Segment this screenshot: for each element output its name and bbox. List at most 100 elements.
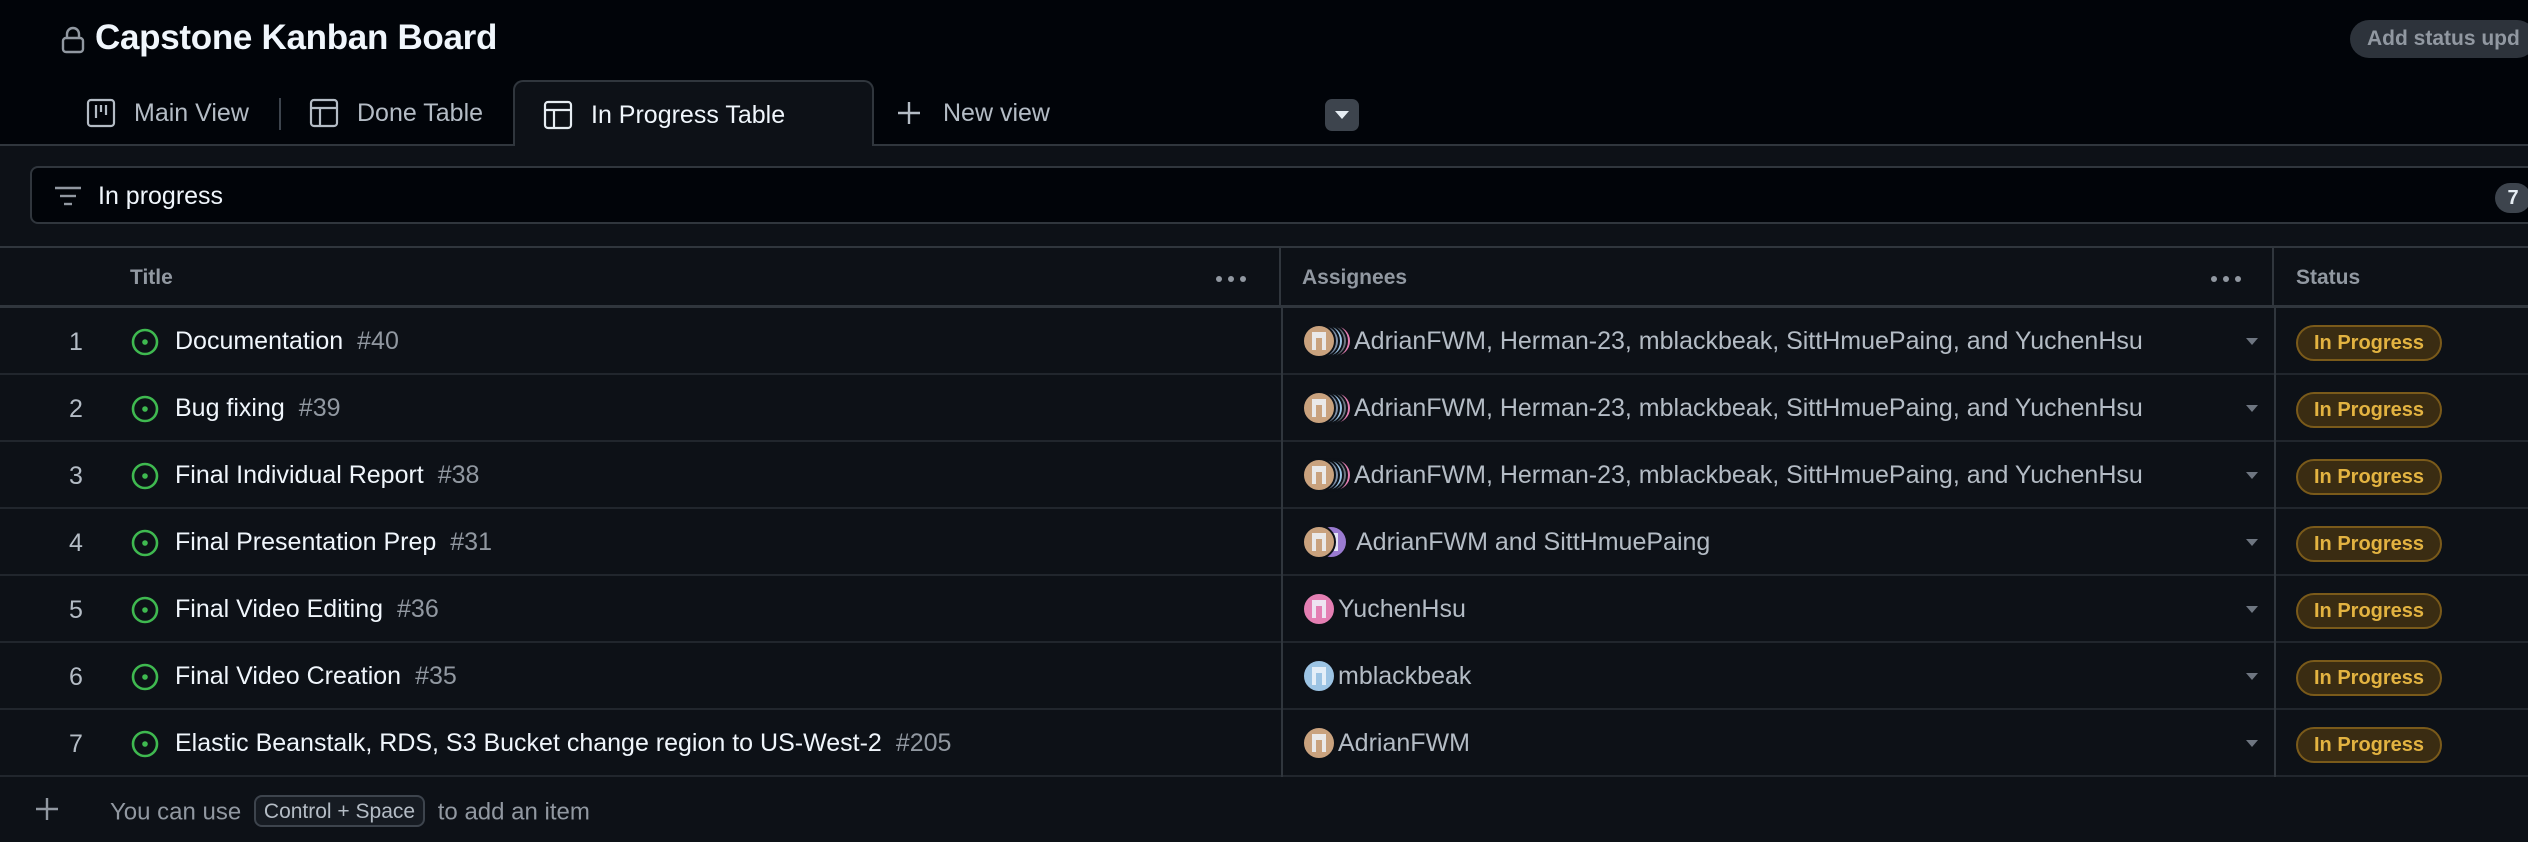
- caret-down-icon[interactable]: [2246, 673, 2258, 680]
- column-label: Status: [2296, 266, 2361, 289]
- issue-title[interactable]: Elastic Beanstalk, RDS, S3 Bucket change…: [175, 729, 882, 757]
- column-label: Title: [130, 266, 173, 289]
- assignee-names: AdrianFWM: [1338, 729, 1470, 757]
- avatar: [1302, 324, 1336, 358]
- row-number: 6: [69, 663, 83, 691]
- more-options-icon[interactable]: [2210, 275, 2242, 283]
- issue-number: #38: [437, 461, 480, 489]
- table-row[interactable]: 2 Bug fixing #39 AdrianFWM, Herman-23, mbla…: [0, 375, 2528, 442]
- index-column-header: [0, 248, 112, 308]
- issue-title-cell[interactable]: Final Video Creation #35: [175, 662, 457, 691]
- add-status-update-button[interactable]: Add status upd: [2350, 20, 2528, 58]
- status-column-header[interactable]: Status: [2274, 248, 2528, 308]
- avatar: [1302, 726, 1336, 760]
- issue-number: #36: [397, 595, 439, 623]
- avatar: [1302, 391, 1336, 425]
- issue-title[interactable]: Final Video Editing: [175, 595, 383, 623]
- issue-number: #35: [415, 662, 457, 690]
- caret-down-icon[interactable]: [2246, 606, 2258, 613]
- status-badge[interactable]: In Progress: [2296, 593, 2443, 629]
- table-row[interactable]: 4 Final Presentation Prep #31 AdrianFWM and…: [0, 509, 2528, 576]
- status-badge[interactable]: In Progress: [2296, 526, 2443, 562]
- item-count-badge: 7: [2495, 183, 2528, 213]
- issue-title-cell[interactable]: Final Individual Report #38: [175, 461, 479, 490]
- caret-down-icon[interactable]: [2246, 338, 2258, 345]
- new-view-button[interactable]: New view: [896, 80, 1050, 146]
- row-number: 5: [69, 596, 83, 624]
- view-tabs: Main View Done Table In Progress Table N…: [0, 80, 2528, 148]
- assignee-names: mblackbeak: [1338, 662, 1472, 690]
- issue-title[interactable]: Final Presentation Prep: [175, 528, 436, 556]
- issue-title[interactable]: Final Individual Report: [175, 461, 424, 489]
- avatar: [1302, 525, 1336, 559]
- avatar: [1302, 458, 1336, 492]
- view-options-dropdown[interactable]: [1325, 99, 1359, 131]
- status-badge[interactable]: In Progress: [2296, 660, 2443, 696]
- row-number: 3: [69, 462, 83, 490]
- tab-label: Done Table: [357, 98, 484, 127]
- column-divider: [2274, 442, 2276, 509]
- caret-down-icon[interactable]: [2246, 539, 2258, 546]
- issue-number: #205: [895, 729, 952, 757]
- table-icon: [543, 100, 573, 130]
- row-number: 7: [69, 730, 83, 758]
- open-issue-icon: [131, 730, 159, 758]
- status-badge[interactable]: In Progress: [2296, 392, 2443, 428]
- plus-icon: [898, 102, 920, 124]
- column-divider: [2274, 509, 2276, 576]
- row-number: 4: [69, 529, 83, 557]
- add-item-row[interactable]: You can use Control + Space to add an it…: [0, 774, 2528, 842]
- issue-title-cell[interactable]: Elastic Beanstalk, RDS, S3 Bucket change…: [175, 729, 951, 758]
- tab-done-table[interactable]: Done Table: [309, 80, 483, 146]
- tab-in-progress-table[interactable]: In Progress Table: [513, 80, 1359, 148]
- status-badge[interactable]: In Progress: [2296, 727, 2443, 763]
- assignee-names: YuchenHsu: [1338, 595, 1466, 623]
- tab-divider: [279, 98, 281, 130]
- issue-title[interactable]: Bug fixing: [175, 394, 285, 422]
- issue-title[interactable]: Documentation: [175, 327, 343, 355]
- table-row[interactable]: 5 Final Video Editing #36 YuchenHsu In Progr…: [0, 576, 2528, 643]
- add-item-suffix: to add an item: [437, 798, 590, 826]
- caret-down-icon[interactable]: [2246, 472, 2258, 479]
- table-row[interactable]: 1 Documentation #40 AdrianFWM, Herman-23, m…: [0, 308, 2528, 375]
- issue-title-cell[interactable]: Final Video Editing #36: [175, 595, 439, 624]
- assignee-names: AdrianFWM, Herman-23, mblackbeak, SittHm…: [1354, 394, 2143, 422]
- column-divider: [1281, 442, 1283, 509]
- open-issue-icon: [131, 462, 159, 490]
- issue-title-cell[interactable]: Documentation #40: [175, 327, 399, 356]
- filter-query: In progress: [98, 182, 224, 210]
- row-number: 2: [69, 395, 83, 423]
- tab-main-view[interactable]: Main View: [86, 80, 249, 146]
- table-row[interactable]: 6 Final Video Creation #35 mblackbeak In Pro…: [0, 643, 2528, 710]
- title-column-header[interactable]: Title: [112, 248, 1281, 308]
- table-icon: [309, 98, 339, 128]
- filter-icon: [55, 186, 81, 206]
- issue-title[interactable]: Final Video Creation: [175, 662, 401, 690]
- table-row[interactable]: 3 Final Individual Report #38 AdrianFWM, He…: [0, 442, 2528, 509]
- caret-down-icon: [1335, 111, 1349, 119]
- caret-down-icon[interactable]: [2246, 740, 2258, 747]
- issue-title-cell[interactable]: Bug fixing #39: [175, 394, 341, 423]
- open-issue-icon: [131, 596, 159, 624]
- issue-title-cell[interactable]: Final Presentation Prep #31: [175, 528, 492, 557]
- column-divider: [1281, 375, 1283, 442]
- column-label: Assignees: [1302, 266, 1408, 289]
- status-badge[interactable]: In Progress: [2296, 325, 2443, 361]
- column-divider: [1281, 509, 1283, 576]
- avatar: [1302, 592, 1336, 626]
- plus-icon[interactable]: [34, 796, 60, 822]
- column-divider: [2274, 308, 2276, 375]
- assignee-names: AdrianFWM, Herman-23, mblackbeak, SittHm…: [1354, 461, 2143, 489]
- filter-input[interactable]: In progress: [30, 166, 2528, 224]
- open-issue-icon: [131, 395, 159, 423]
- column-divider: [2274, 643, 2276, 710]
- more-options-icon[interactable]: [1215, 275, 1247, 283]
- table-row[interactable]: 7 Elastic Beanstalk, RDS, S3 Bucket chang…: [0, 710, 2528, 777]
- filter-area: In progress 7: [0, 146, 2528, 246]
- open-issue-icon: [131, 529, 159, 557]
- add-item-prefix: You can use: [110, 798, 242, 826]
- project-header: Capstone Kanban Board Add status upd: [0, 0, 2528, 80]
- caret-down-icon[interactable]: [2246, 405, 2258, 412]
- status-badge[interactable]: In Progress: [2296, 459, 2443, 495]
- assignees-column-header[interactable]: Assignees: [1281, 248, 2274, 308]
